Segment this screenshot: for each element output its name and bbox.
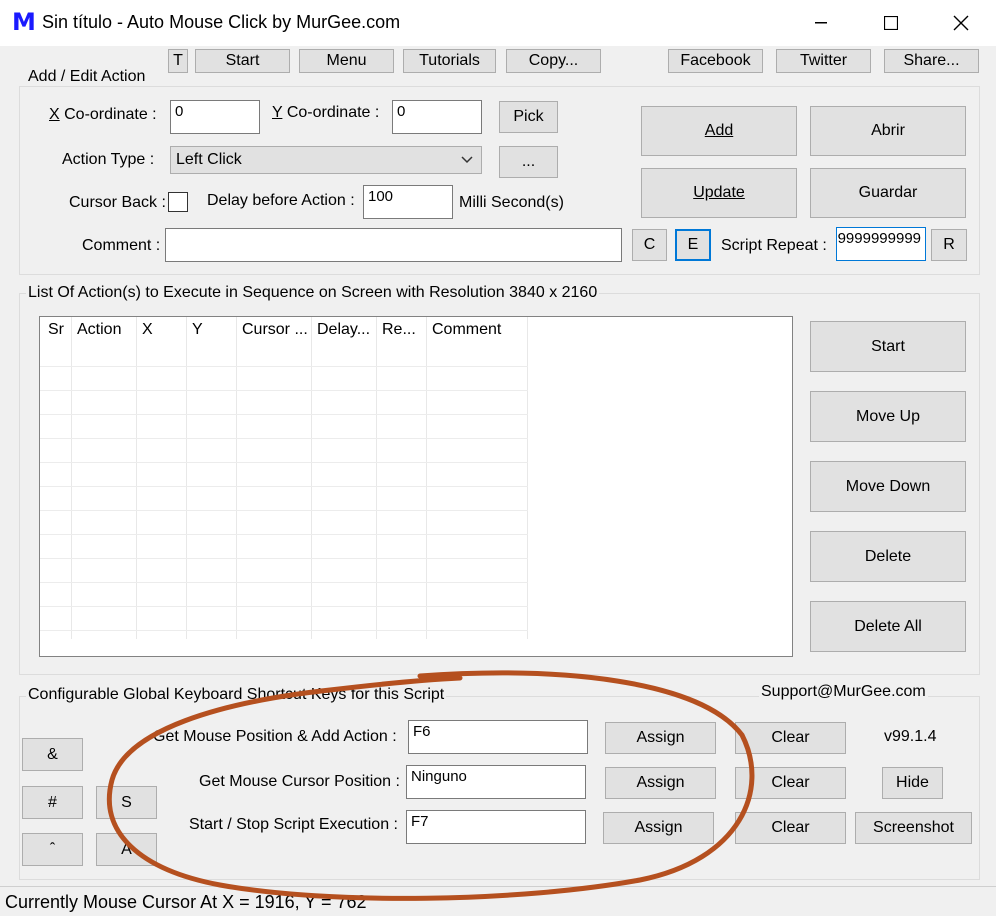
ampersand-button[interactable]: & [22,738,83,771]
open-button[interactable]: Abrir [810,106,966,156]
shortcut-label: Get Mouse Cursor Position : [199,773,400,790]
x-coordinate-input[interactable]: 0 [170,100,260,134]
support-link[interactable]: Support@MurGee.com [759,683,928,701]
row-divider [40,390,528,391]
shortcut-input-start-stop[interactable]: F7 [406,810,586,844]
action-type-dropdown[interactable]: Left Click [170,146,482,174]
comment-input[interactable] [165,228,622,262]
delay-input[interactable]: 100 [363,185,453,219]
shortcut-label: Start / Stop Script Execution : [189,816,398,833]
hash-button[interactable]: # [22,786,83,819]
row-divider [40,558,528,559]
cursor-back-label: Cursor Back : [69,194,166,211]
caret-button[interactable]: ˆ [22,833,83,866]
row-divider [40,462,528,463]
row-divider [40,606,528,607]
e-button[interactable]: E [675,229,711,261]
shortcuts-group-title: Configurable Global Keyboard Shortcut Ke… [26,686,447,704]
minimize-icon [815,22,827,24]
row-divider [40,630,528,631]
facebook-button[interactable]: Facebook [668,49,763,73]
shortcut-input-cursor-position[interactable]: Ninguno [406,765,586,799]
clear-button[interactable]: Clear [735,767,846,799]
move-up-button[interactable]: Move Up [810,391,966,442]
column-header[interactable]: Re... [382,321,416,339]
assign-button[interactable]: Assign [605,722,716,754]
column-header[interactable]: Delay... [317,321,370,339]
delay-unit-label: Milli Second(s) [459,194,564,211]
top-start-button[interactable]: Start [195,49,290,73]
column-header[interactable]: Sr [48,321,64,339]
title-bar: M Sin título - Auto Mouse Click by MurGe… [0,0,996,46]
row-divider [40,414,528,415]
row-divider [40,366,528,367]
close-button[interactable] [926,0,996,46]
delete-all-button[interactable]: Delete All [810,601,966,652]
y-coordinate-input[interactable]: 0 [392,100,482,134]
save-button[interactable]: Guardar [810,168,966,218]
app-icon: M [12,8,36,36]
column-header[interactable]: X [142,321,153,339]
share-button[interactable]: Share... [884,49,979,73]
clear-button[interactable]: Clear [735,722,846,754]
assign-button[interactable]: Assign [605,767,716,799]
more-options-button[interactable]: ... [499,146,558,178]
add-button[interactable]: Add [641,106,797,156]
column-header[interactable]: Cursor ... [242,321,308,339]
row-divider [40,486,528,487]
status-bar: Currently Mouse Cursor At X = 1916, Y = … [0,886,996,916]
move-down-button[interactable]: Move Down [810,461,966,512]
menu-button[interactable]: Menu [299,49,394,73]
column-header[interactable]: Comment [432,321,501,339]
y-coordinate-label: Y Co-ordinate : [272,104,380,121]
screenshot-button[interactable]: Screenshot [855,812,972,844]
maximize-button[interactable] [856,0,926,46]
column-header[interactable]: Action [77,321,121,339]
t-button[interactable]: T [168,49,188,73]
delay-label: Delay before Action : [207,192,355,209]
action-list-table[interactable]: Sr Action X Y Cursor ... Delay... Re... … [39,316,793,657]
list-start-button[interactable]: Start [810,321,966,372]
twitter-button[interactable]: Twitter [776,49,871,73]
r-button[interactable]: R [931,229,967,261]
update-button[interactable]: Update [641,168,797,218]
version-label: v99.1.4 [884,728,937,745]
window-title: Sin título - Auto Mouse Click by MurGee.… [42,12,401,32]
script-repeat-input[interactable]: 99999999999 [836,227,926,261]
maximize-icon [884,16,898,30]
a-button[interactable]: A [96,833,157,866]
copy-button[interactable]: Copy... [506,49,601,73]
close-icon [953,15,969,31]
cursor-position-status: Currently Mouse Cursor At X = 1916, Y = … [5,892,367,912]
minimize-button[interactable] [786,0,856,46]
row-divider [40,534,528,535]
comment-label: Comment : [82,237,161,254]
cursor-back-checkbox[interactable] [168,192,188,212]
c-button[interactable]: C [632,229,667,261]
shortcut-label: Get Mouse Position & Add Action : [153,728,397,745]
add-edit-group-title: Add / Edit Action [26,68,148,86]
column-header[interactable]: Y [192,321,203,339]
script-repeat-label: Script Repeat : [721,237,827,254]
action-type-label: Action Type : [62,151,155,168]
row-divider [40,438,528,439]
x-coordinate-label: X Co-ordinate : [49,106,157,123]
tutorials-button[interactable]: Tutorials [403,49,496,73]
pick-button[interactable]: Pick [499,101,558,133]
row-divider [40,582,528,583]
clear-button[interactable]: Clear [735,812,846,844]
delete-button[interactable]: Delete [810,531,966,582]
s-button[interactable]: S [96,786,157,819]
row-divider [40,510,528,511]
assign-button[interactable]: Assign [603,812,714,844]
action-list-group-title: List Of Action(s) to Execute in Sequence… [26,284,600,302]
action-type-value: Left Click [176,151,242,168]
shortcut-input-add-action[interactable]: F6 [408,720,588,754]
chevron-down-icon [461,156,473,164]
hide-button[interactable]: Hide [882,767,943,799]
